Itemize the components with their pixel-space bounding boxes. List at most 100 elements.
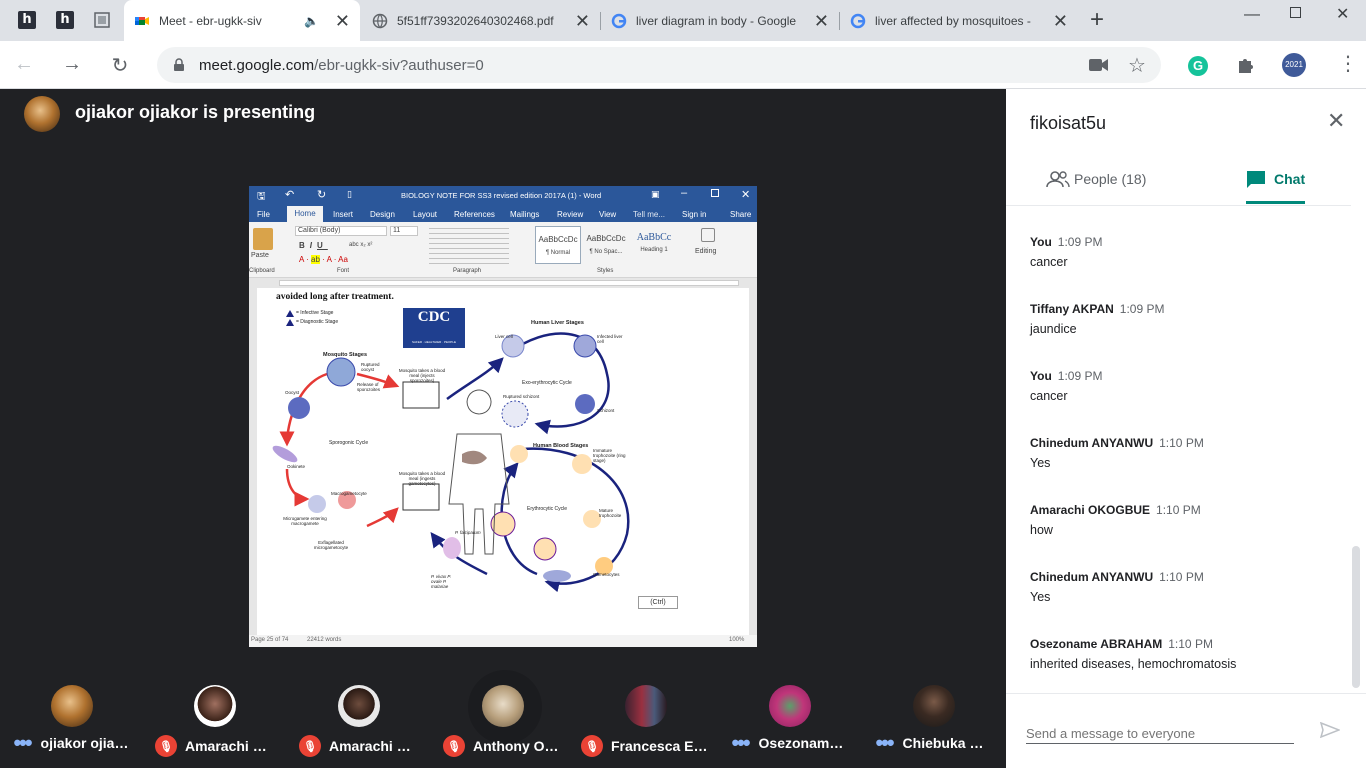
shared-word-window[interactable]: 🖫 ↶ ↻ ▯ BIOLOGY NOTE FOR SS3 revised edi… <box>249 186 757 647</box>
tab-people[interactable]: People (18) <box>1046 170 1146 188</box>
grammarly-icon[interactable]: G <box>1188 56 1208 76</box>
style-name: ¶ Normal <box>545 250 571 256</box>
word-tab-mailings[interactable]: Mailings <box>510 210 539 219</box>
tab-chat[interactable]: Chat <box>1246 170 1305 188</box>
tab-google-liver-mosquitoes[interactable]: liver affected by mosquitoes - ✕ <box>840 0 1078 41</box>
lock-icon[interactable] <box>173 58 185 72</box>
participant-tile[interactable]: 🎙 Amarachi OK... <box>294 685 424 757</box>
undo-icon[interactable]: ↶ <box>285 188 294 201</box>
word-tab-review[interactable]: Review <box>557 210 583 219</box>
sender-name: You <box>1030 235 1052 249</box>
word-close-icon[interactable]: ✕ <box>741 188 750 201</box>
more-dots-icon[interactable]: ••• <box>875 732 894 754</box>
reload-icon[interactable]: ↻ <box>108 53 132 78</box>
forward-arrow-icon[interactable]: → <box>60 53 84 76</box>
word-tab-insert[interactable]: Insert <box>333 210 353 219</box>
word-tab-references[interactable]: References <box>454 210 495 219</box>
menu-kebab-icon[interactable]: ⋮ <box>1338 53 1358 75</box>
participant-tile[interactable]: ••• Osezoname ... <box>725 685 855 754</box>
new-tab-plus-icon[interactable]: + <box>1090 8 1104 32</box>
word-tab-design[interactable]: Design <box>370 210 395 219</box>
sporogonic-cycle-label: Sporogonic Cycle <box>329 440 369 446</box>
close-tab-icon[interactable]: ✕ <box>1053 12 1068 30</box>
close-tab-icon[interactable]: ✕ <box>814 12 829 30</box>
participant-name: Amarachi OP... <box>185 738 275 754</box>
bookmark-star-icon[interactable]: ☆ <box>1128 53 1146 78</box>
style-no-spacing[interactable]: AaBbCcDc ¶ No Spac... <box>583 226 629 264</box>
close-tab-icon[interactable]: ✕ <box>575 12 590 30</box>
save-icon[interactable]: 🖫 <box>257 189 266 206</box>
font-name-select[interactable]: Calibri (Body) <box>295 226 387 236</box>
participant-tile[interactable]: ••• Chiebuka ON... <box>869 685 999 754</box>
tab-pdf[interactable]: 5f51ff7393202640302468.pdf ✕ <box>362 0 600 41</box>
text-effects-buttons[interactable]: A · ab · A · Aa <box>299 255 348 264</box>
participant-tile[interactable]: 🎙 Francesca ETA <box>581 685 711 757</box>
grid-app-icon <box>94 12 110 28</box>
tab-meet[interactable]: Meet - ebr-ugkk-siv 🔈 ✕ <box>124 0 360 41</box>
close-window-icon[interactable]: ✕ <box>1336 4 1349 24</box>
ribbon-display-icon[interactable]: ▣ <box>651 189 660 200</box>
word-share[interactable]: Share <box>730 210 751 219</box>
mosquito-stages-label: Mosquito Stages <box>323 352 368 358</box>
clipboard-paste-icon[interactable] <box>253 228 273 250</box>
participant-tile[interactable]: 🎙 Amarachi OP... <box>150 685 280 757</box>
avatar <box>625 685 667 727</box>
zoom-level[interactable]: 100% <box>729 637 744 643</box>
profile-avatar[interactable]: 2021 <box>1282 53 1306 77</box>
participant-name: Chiebuka ON... <box>902 735 993 751</box>
redo-icon[interactable]: ↻ <box>317 188 326 201</box>
paste-options-button[interactable]: (Ctrl) <box>638 596 678 609</box>
pinned-tab-h-2[interactable]: h <box>52 7 78 33</box>
message-text: Yes <box>1030 590 1051 604</box>
word-tell-me[interactable]: Tell me... <box>633 210 665 219</box>
chat-scrollbar[interactable] <box>1352 546 1360 688</box>
chat-message-input[interactable] <box>1026 724 1294 744</box>
style-normal[interactable]: AaBbCcDc ¶ Normal <box>535 226 581 264</box>
participant-tile[interactable]: ••• ojiakor ojiakor <box>7 685 137 754</box>
search-icon[interactable] <box>701 228 715 242</box>
editing-label[interactable]: Editing <box>695 248 716 255</box>
word-tab-view[interactable]: View <box>599 210 616 219</box>
message-time: 1:09 PM <box>1057 235 1103 249</box>
word-minimize-icon[interactable]: – <box>681 187 687 199</box>
url-text[interactable]: meet.google.com/ebr-ugkk-siv?authuser=0 <box>199 57 484 74</box>
extensions-puzzle-icon[interactable] <box>1236 55 1256 75</box>
close-panel-icon[interactable]: ✕ <box>1327 108 1345 134</box>
erythrocytic-cycle-label: Erythrocytic Cycle <box>527 506 568 512</box>
back-arrow-icon[interactable]: ← <box>12 53 36 76</box>
new-doc-icon[interactable]: ▯ <box>347 189 352 200</box>
word-tab-layout[interactable]: Layout <box>413 210 437 219</box>
speaker-icon[interactable]: 🔈 <box>304 14 319 28</box>
diagram-label: Microgamete entering macrogamete <box>283 516 327 526</box>
word-tab-home[interactable]: Home <box>287 206 323 222</box>
more-dots-icon[interactable]: ••• <box>731 732 750 754</box>
participant-tile[interactable]: 🎙 Anthony OK... <box>438 685 568 757</box>
diagram-label: Gametocytes <box>593 572 620 577</box>
restore-icon[interactable] <box>1290 7 1301 18</box>
tab-google-liver-diagram[interactable]: liver diagram in body - Google ✕ <box>601 0 839 41</box>
send-icon[interactable] <box>1320 722 1340 738</box>
close-tab-icon[interactable]: ✕ <box>335 12 350 30</box>
word-tab-file[interactable]: File <box>257 210 270 219</box>
font-size-select[interactable]: 11 <box>390 226 418 236</box>
sender-name: Tiffany AKPAN <box>1030 302 1114 316</box>
sender-name: Chinedum ANYANWU <box>1030 436 1154 450</box>
format-extra[interactable]: abc x₂ x² <box>349 242 372 248</box>
more-dots-icon[interactable]: ••• <box>13 732 32 754</box>
camera-icon[interactable] <box>1089 58 1109 72</box>
word-count: 22412 words <box>307 637 342 643</box>
pinned-tab-app[interactable] <box>89 7 115 33</box>
paragraph-buttons[interactable] <box>429 228 509 264</box>
pinned-tab-h-1[interactable]: h <box>14 7 40 33</box>
format-buttons[interactable]: BIU <box>299 241 328 250</box>
document-page[interactable]: avoided long after treatment. CDC SAFER … <box>257 290 749 626</box>
schizont-cell <box>575 394 595 414</box>
minimize-icon[interactable]: — <box>1244 6 1260 24</box>
style-heading-1[interactable]: AaBbCc Heading 1 <box>631 226 677 264</box>
word-sign-in[interactable]: Sign in <box>682 210 706 219</box>
rbc-merozoite <box>510 445 528 463</box>
word-ribbon: Paste Clipboard Calibri (Body) 11 BIU ab… <box>249 222 757 278</box>
word-scrollbar[interactable] <box>749 288 757 635</box>
word-maximize-icon[interactable] <box>711 189 719 197</box>
diagram-label: Release of sporozoites <box>357 382 381 392</box>
